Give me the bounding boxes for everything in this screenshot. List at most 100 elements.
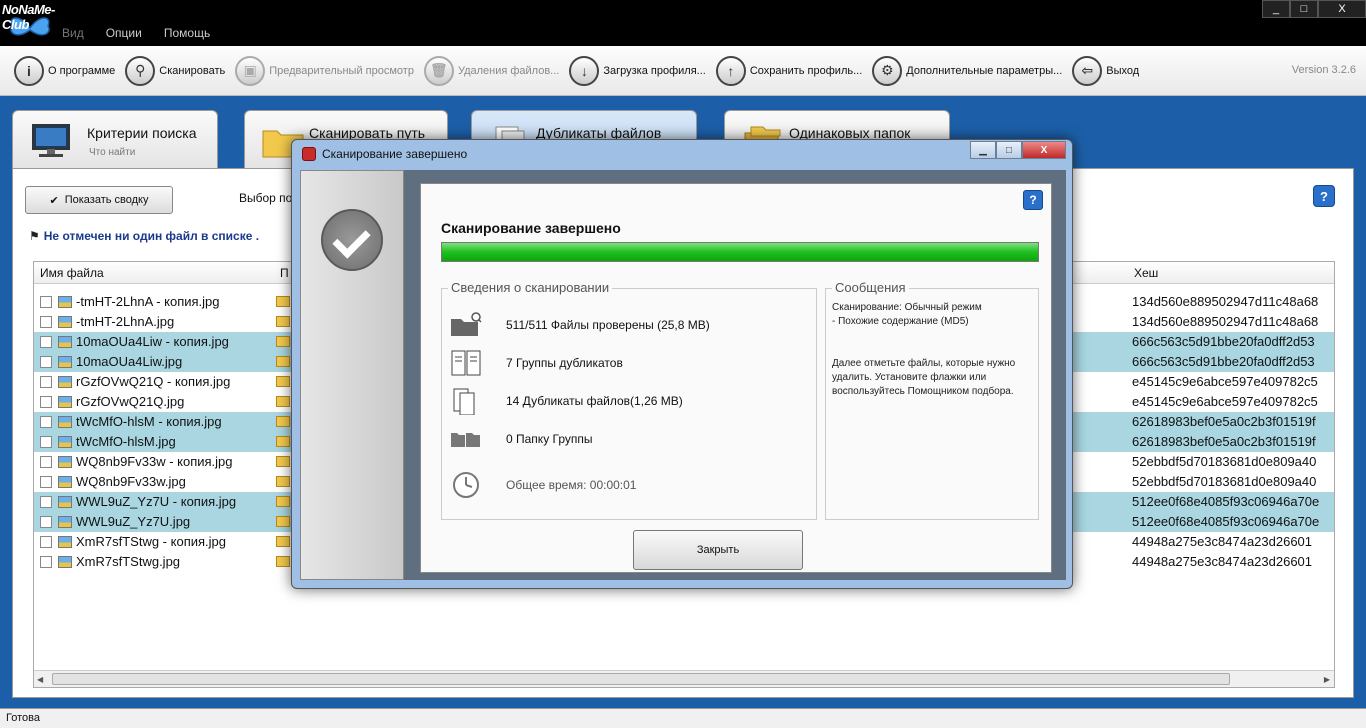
- help-icon[interactable]: ?: [1313, 185, 1335, 207]
- messages-group: Сообщения Сканирование: Обычный режим - …: [825, 280, 1039, 520]
- maximize-button[interactable]: □: [1290, 0, 1318, 18]
- stat-total-time: Общее время: 00:00:01: [450, 471, 636, 499]
- scan-info-group: Сведения о сканировании 511/511 Файлы пр…: [441, 280, 817, 520]
- dialog-maximize-button[interactable]: □: [996, 141, 1022, 159]
- row-checkbox[interactable]: [40, 436, 52, 448]
- row-checkbox[interactable]: [40, 496, 52, 508]
- stat-text: 7 Группы дубликатов: [506, 356, 623, 370]
- folder-icon: [276, 416, 290, 427]
- folder-icon: [276, 456, 290, 467]
- folder-icon: [276, 476, 290, 487]
- folder-icon: [276, 556, 290, 567]
- dialog-help-icon[interactable]: ?: [1023, 190, 1043, 210]
- image-file-icon: [58, 296, 72, 308]
- close-button-label: Закрыть: [696, 544, 740, 556]
- tab-search-criteria[interactable]: Критерии поиска Что найти: [12, 110, 218, 168]
- folder-icon: [276, 376, 290, 387]
- menu-view[interactable]: Вид: [62, 26, 84, 40]
- file-name: XmR7sfTStwg - копия.jpg: [76, 534, 226, 549]
- image-file-icon: [58, 396, 72, 408]
- file-name: -tmHT-2LhnA.jpg: [76, 314, 175, 329]
- image-file-icon: [58, 496, 72, 508]
- row-checkbox[interactable]: [40, 376, 52, 388]
- stat-files-checked: 511/511 Файлы проверены (25,8 MB): [450, 311, 710, 339]
- file-name: WWL9uZ_Yz7U.jpg: [76, 514, 191, 529]
- row-checkbox[interactable]: [40, 356, 52, 368]
- file-name: WWL9uZ_Yz7U - копия.jpg: [76, 494, 237, 509]
- scan-info-legend: Сведения о сканировании: [448, 280, 613, 295]
- dialog-title-bar: Сканирование завершено: [302, 147, 467, 161]
- row-checkbox[interactable]: [40, 316, 52, 328]
- close-button[interactable]: Закрыть: [633, 530, 803, 570]
- file-name: rGzfOVwQ21Q.jpg: [76, 394, 185, 409]
- scroll-right-icon[interactable]: ▶: [1324, 675, 1330, 684]
- row-checkbox[interactable]: [40, 516, 52, 528]
- menu-options[interactable]: Опции: [106, 26, 142, 40]
- minimize-button[interactable]: _: [1262, 0, 1290, 18]
- upload-icon: ↑: [715, 55, 746, 86]
- folder-icon: [276, 296, 290, 307]
- scan-label: Сканировать: [159, 64, 226, 77]
- exit-label: Выход: [1106, 64, 1140, 77]
- brand-logo: NoNaMe-Club: [0, 0, 70, 46]
- scroll-thumb[interactable]: [52, 673, 1230, 685]
- folder-icon: [276, 316, 290, 327]
- dialog-minimize-button[interactable]: ▁: [970, 141, 996, 159]
- file-hash: 666c563c5d91bbe20fa0dff2d53: [1132, 334, 1315, 349]
- dialog-close-x-button[interactable]: X: [1022, 141, 1066, 159]
- file-name: 10maOUa4Liw.jpg: [76, 354, 183, 369]
- column-path[interactable]: П: [280, 266, 289, 280]
- file-hash: 44948a275e3c8474a23d26601: [1132, 534, 1313, 549]
- trash-icon: 🗑: [423, 55, 454, 86]
- folder-search-icon: [451, 312, 482, 336]
- download-icon: ↓: [569, 55, 600, 86]
- file-hash: 512ee0f68e4085f93c06946a70e: [1132, 494, 1320, 509]
- preview-button[interactable]: ▣ Предварительный просмотр: [235, 55, 414, 86]
- menu-help[interactable]: Помощь: [164, 26, 210, 40]
- scan-button[interactable]: ⚲ Сканировать: [125, 55, 226, 86]
- column-hash[interactable]: Хеш: [1134, 266, 1158, 280]
- window-controls: _ □ X: [1262, 0, 1366, 18]
- load-profile-button[interactable]: ↓ Загрузка профиля...: [569, 55, 706, 86]
- show-summary-button[interactable]: ✔ Показать сводку: [25, 186, 173, 214]
- exit-button[interactable]: ⇦ Выход: [1072, 55, 1140, 86]
- scroll-left-icon[interactable]: ◀: [37, 675, 43, 684]
- app-icon: [302, 147, 316, 161]
- clock-icon: [453, 472, 479, 498]
- show-summary-label: Показать сводку: [64, 194, 149, 206]
- search-icon: ⚲: [125, 55, 156, 86]
- file-name: tWcMfO-hlsM - копия.jpg: [76, 414, 222, 429]
- file-hash: 52ebbdf5d70183681d0e809a40: [1132, 454, 1317, 469]
- row-checkbox[interactable]: [40, 296, 52, 308]
- tab-title: Критерии поиска: [87, 125, 197, 141]
- advanced-options-button[interactable]: ⚙ Дополнительные параметры...: [872, 55, 1063, 86]
- file-hash: 62618983bef0e5a0c2b3f01519f: [1132, 434, 1316, 449]
- column-filename[interactable]: Имя файла: [40, 266, 104, 280]
- row-checkbox[interactable]: [40, 336, 52, 348]
- row-checkbox[interactable]: [40, 456, 52, 468]
- message-next-steps: Далее отметьте файлы, которые нужно удал…: [832, 358, 1016, 397]
- stat-folder-groups: 0 Папку Группы: [450, 425, 593, 453]
- delete-files-button[interactable]: 🗑 Удаления файлов...: [423, 55, 559, 86]
- exit-icon: ⇦: [1072, 55, 1103, 86]
- about-label: О программе: [48, 64, 116, 77]
- horizontal-scrollbar[interactable]: ◀ ▶: [34, 670, 1334, 687]
- about-button[interactable]: i О программе: [14, 55, 116, 86]
- stat-duplicate-files: 14 Дубликаты файлов(1,26 MB): [450, 387, 683, 415]
- close-window-button[interactable]: X: [1318, 0, 1366, 18]
- file-hash: 44948a275e3c8474a23d26601: [1132, 554, 1313, 569]
- row-checkbox[interactable]: [40, 416, 52, 428]
- documents-icon: [451, 350, 481, 376]
- row-checkbox[interactable]: [40, 536, 52, 548]
- save-profile-button[interactable]: ↑ Сохранить профиль...: [715, 55, 862, 86]
- row-checkbox[interactable]: [40, 396, 52, 408]
- advanced-options-label: Дополнительные параметры...: [906, 64, 1063, 77]
- row-checkbox[interactable]: [40, 556, 52, 568]
- dialog-heading: Сканирование завершено: [441, 220, 621, 236]
- row-checkbox[interactable]: [40, 476, 52, 488]
- message-method: - Похожие содержание (MD5): [832, 316, 969, 327]
- file-hash: e45145c9e6abce597e409782c5: [1132, 394, 1318, 409]
- file-name: rGzfOVwQ21Q - копия.jpg: [76, 374, 231, 389]
- file-name: -tmHT-2LhnA - копия.jpg: [76, 294, 220, 309]
- flag-icon: ⚑: [29, 229, 40, 243]
